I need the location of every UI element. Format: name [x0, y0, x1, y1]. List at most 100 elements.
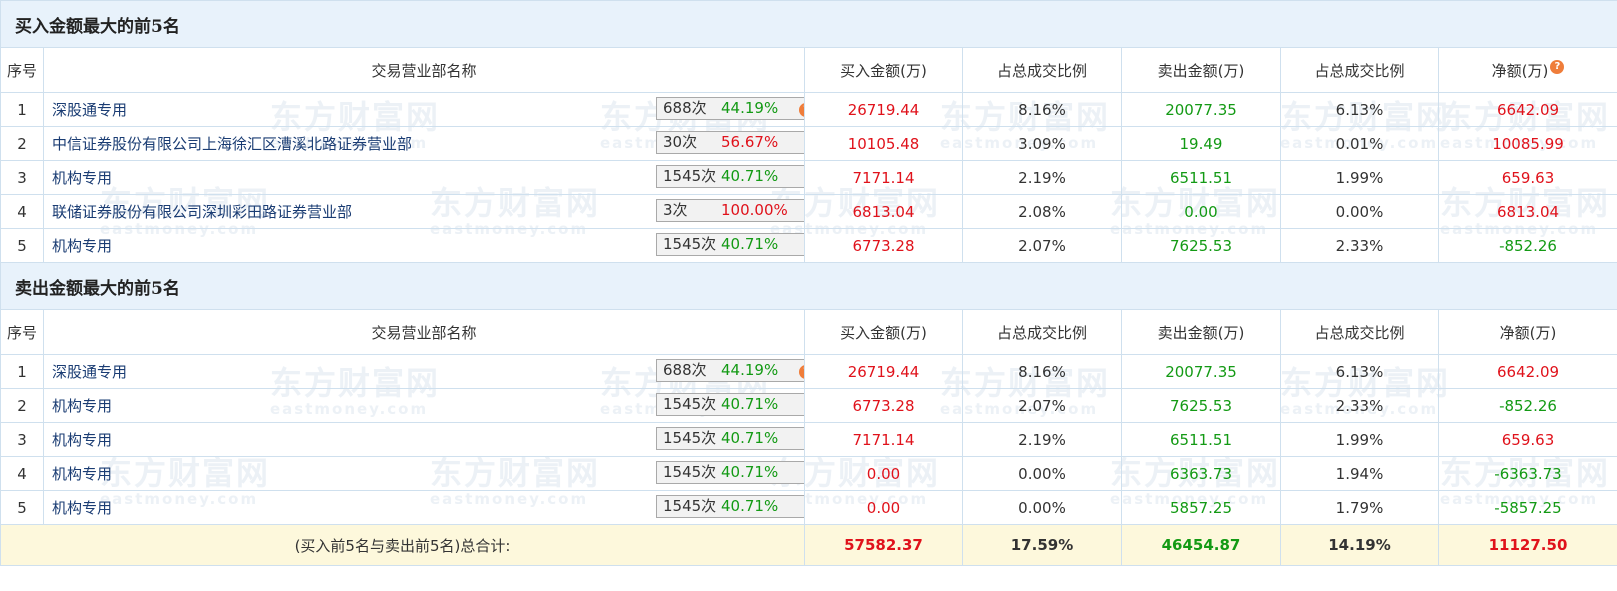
branch-stats-box[interactable]: 3次 100.00%: [656, 199, 804, 222]
branch-stats-box[interactable]: 1545次 40.71%: [656, 461, 804, 484]
buy-amount: 6813.04: [804, 194, 963, 229]
table-row: 1 深股通专用 688次 44.19%?26719.448.16%20077.356.…: [0, 92, 1617, 127]
branch-stats-box[interactable]: 688次 44.19%?: [656, 359, 804, 382]
sell-amount: 0.00: [1121, 194, 1281, 229]
row-index: 3: [0, 160, 44, 195]
branch-win-rate: 40.71%: [721, 497, 779, 515]
branch-name-cell: 联储证券股份有限公司深圳彩田路证券营业部 3次 100.00%: [43, 194, 805, 229]
row-index: 3: [0, 422, 44, 457]
total-buy: 57582.37: [804, 524, 963, 566]
total-row: (买入前5名与卖出前5名)总合计: 57582.37 17.59% 46454.…: [0, 524, 1617, 566]
sell-ratio: 1.94%: [1280, 456, 1439, 491]
table-row: 1 深股通专用 688次 44.19%?26719.448.16%20077.356.…: [0, 354, 1617, 389]
col-sell-ratio-header: 占总成交比例: [1280, 309, 1439, 355]
branch-win-rate: 40.71%: [721, 429, 779, 447]
row-index: 2: [0, 388, 44, 423]
buy-amount: 0.00: [804, 490, 963, 525]
sell-amount: 19.49: [1121, 126, 1281, 161]
branch-count: 30次: [663, 133, 698, 151]
branch-win-rate: 40.71%: [721, 235, 779, 253]
branch-win-rate: 56.67%: [721, 133, 779, 151]
buy-ratio: 3.09%: [962, 126, 1122, 161]
buy-amount: 26719.44: [804, 354, 963, 389]
branch-name-link[interactable]: 机构专用: [52, 465, 112, 483]
branch-name-link[interactable]: 深股通专用: [52, 101, 127, 119]
sell-amount: 5857.25: [1121, 490, 1281, 525]
table-row: 5 机构专用 1545次 40.71% 6773.28 2.07% 7625.53 2.33%…: [0, 228, 1617, 263]
branch-count: 3次: [663, 201, 688, 219]
total-net: 11127.50: [1437, 524, 1617, 566]
sell-amount: 20077.35: [1121, 354, 1281, 389]
branch-stats-box[interactable]: 1545次 40.71%: [656, 165, 804, 188]
buy-amount: 7171.14: [804, 422, 963, 457]
sell-ratio: 6.13%: [1280, 92, 1439, 127]
table-row: 3 机构专用 1545次 40.71% 7171.14 2.19% 6511.51 1.99%…: [0, 422, 1617, 457]
net-amount: -5857.25: [1437, 490, 1617, 525]
col-index-header: 序号: [0, 309, 44, 355]
branch-name-link[interactable]: 机构专用: [52, 169, 112, 187]
branch-count: 1545次: [663, 167, 717, 185]
help-icon[interactable]: ?: [799, 103, 804, 117]
net-amount: 6642.09: [1437, 92, 1617, 127]
branch-win-rate: 44.19%: [721, 361, 779, 379]
net-amount: -852.26: [1437, 388, 1617, 423]
buy-amount: 10105.48: [804, 126, 963, 161]
branch-name-cell: 中信证券股份有限公司上海徐汇区漕溪北路证券营业部 30次 56.67%: [43, 126, 805, 161]
col-net-header: 净额(万): [1437, 309, 1617, 355]
buy-header-row: 序号 交易营业部名称 买入金额(万) 占总成交比例 卖出金额(万) 占总成交比例…: [0, 47, 1617, 93]
branch-stats-box[interactable]: 688次 44.19%?: [656, 97, 804, 120]
branch-name-cell: 机构专用 1545次 40.71%: [43, 388, 805, 423]
buy-ratio: 2.19%: [962, 160, 1122, 195]
row-index: 1: [0, 92, 44, 127]
branch-name-cell: 深股通专用 688次 44.19%?: [43, 92, 805, 127]
branch-win-rate: 40.71%: [721, 167, 779, 185]
col-net-header: 净额(万)?: [1437, 47, 1617, 93]
branch-name-link[interactable]: 机构专用: [52, 499, 112, 517]
buy-ratio: 0.00%: [962, 456, 1122, 491]
total-buy-ratio: 17.59%: [962, 524, 1122, 566]
row-index: 4: [0, 194, 44, 229]
branch-win-rate: 40.71%: [721, 463, 779, 481]
branch-name-link[interactable]: 深股通专用: [52, 363, 127, 381]
branch-stats-box[interactable]: 1545次 40.71%: [656, 393, 804, 416]
branch-win-rate: 40.71%: [721, 395, 779, 413]
net-amount: 6642.09: [1437, 354, 1617, 389]
sell-ratio: 1.99%: [1280, 160, 1439, 195]
branch-stats-box[interactable]: 1545次 40.71%: [656, 495, 804, 518]
branch-name-link[interactable]: 中信证券股份有限公司上海徐汇区漕溪北路证券营业部: [52, 135, 412, 153]
branch-name-cell: 机构专用 1545次 40.71%: [43, 228, 805, 263]
buy-amount: 0.00: [804, 456, 963, 491]
table-row: 5 机构专用 1545次 40.71% 0.00 0.00% 5857.25 1.79% -58…: [0, 490, 1617, 525]
help-icon[interactable]: ?: [1550, 59, 1565, 74]
branch-count: 1545次: [663, 235, 717, 253]
branch-stats-box[interactable]: 1545次 40.71%: [656, 233, 804, 256]
branch-count: 1545次: [663, 463, 717, 481]
branch-name-cell: 机构专用 1545次 40.71%: [43, 490, 805, 525]
total-label: (买入前5名与卖出前5名)总合计:: [0, 524, 805, 566]
table-row: 3 机构专用 1545次 40.71% 7171.14 2.19% 6511.51 1.99%…: [0, 160, 1617, 195]
col-branch-header: 交易营业部名称: [43, 47, 805, 93]
branch-name-link[interactable]: 机构专用: [52, 431, 112, 449]
branch-name-link[interactable]: 机构专用: [52, 397, 112, 415]
table-row: 4 联储证券股份有限公司深圳彩田路证券营业部 3次 100.00% 6813.04 2.0…: [0, 194, 1617, 229]
branch-name-link[interactable]: 联储证券股份有限公司深圳彩田路证券营业部: [52, 203, 352, 221]
help-icon[interactable]: ?: [799, 365, 804, 379]
buy-ratio: 2.07%: [962, 388, 1122, 423]
branch-name-cell: 机构专用 1545次 40.71%: [43, 160, 805, 195]
net-amount: 659.63: [1437, 422, 1617, 457]
sell-amount: 20077.35: [1121, 92, 1281, 127]
net-amount: -6363.73: [1437, 456, 1617, 491]
row-index: 5: [0, 490, 44, 525]
branch-stats-box[interactable]: 1545次 40.71%: [656, 427, 804, 450]
buy-ratio: 2.07%: [962, 228, 1122, 263]
buy-amount: 7171.14: [804, 160, 963, 195]
col-sell-header: 卖出金额(万): [1121, 309, 1281, 355]
sell-amount: 6511.51: [1121, 160, 1281, 195]
branch-name-link[interactable]: 机构专用: [52, 237, 112, 255]
table-row: 2 机构专用 1545次 40.71% 6773.28 2.07% 7625.53 2.33%…: [0, 388, 1617, 423]
sell-ratio: 1.99%: [1280, 422, 1439, 457]
col-index-header: 序号: [0, 47, 44, 93]
branch-stats-box[interactable]: 30次 56.67%: [656, 131, 804, 154]
total-sell-ratio: 14.19%: [1280, 524, 1439, 566]
sell-amount: 6363.73: [1121, 456, 1281, 491]
